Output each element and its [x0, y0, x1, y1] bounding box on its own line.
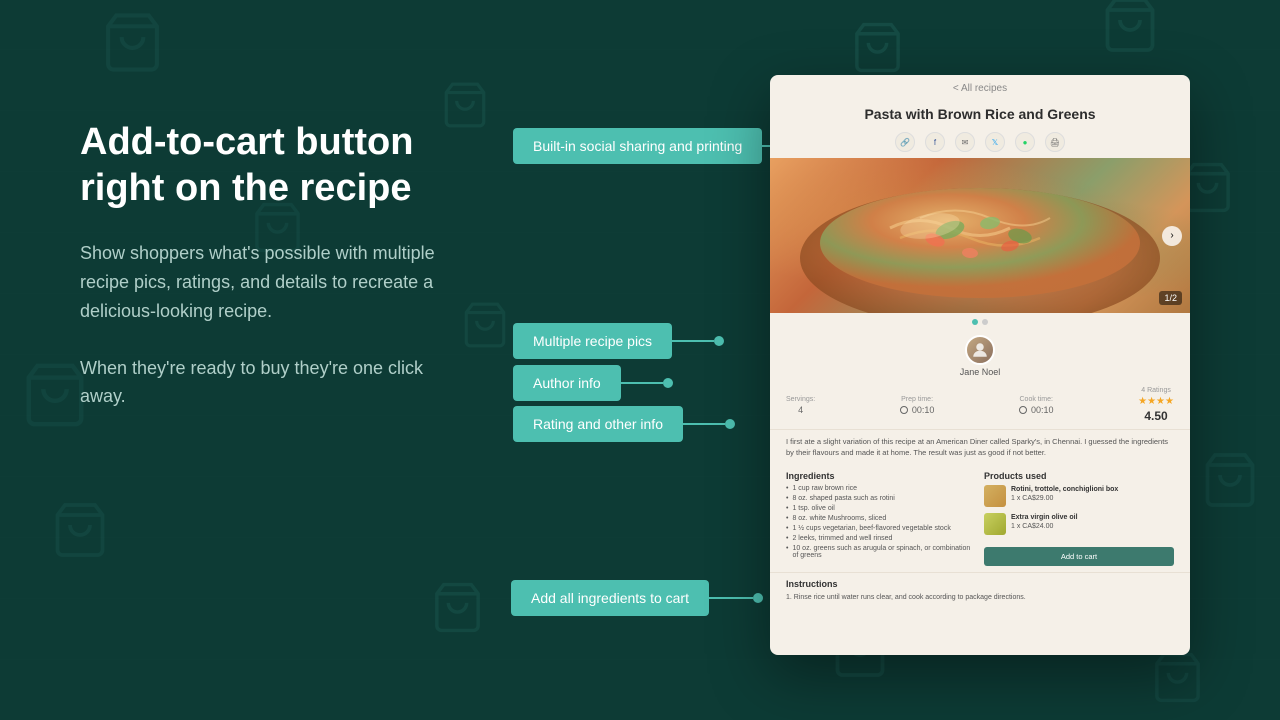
- ratings-count: 4 Ratings: [1141, 387, 1171, 394]
- image-next-arrow[interactable]: ›: [1162, 226, 1182, 246]
- back-nav-text: < All recipes: [953, 83, 1007, 94]
- annotation-dot-author: [663, 378, 673, 388]
- annotation-pill-pics: Multiple recipe pics: [513, 323, 672, 359]
- instructions-header: Instructions: [786, 579, 1174, 589]
- share-facebook-icon[interactable]: f: [925, 132, 945, 152]
- body-text-1: Show shoppers what's possible with multi…: [80, 239, 460, 325]
- add-to-cart-button[interactable]: Add to cart: [984, 547, 1174, 566]
- product-2-thumb: [984, 513, 1006, 535]
- recipe-card: < All recipes Pasta with Brown Rice and …: [770, 75, 1190, 655]
- ingredients-products-section: Ingredients 1 cup raw brown rice 8 oz. s…: [770, 465, 1190, 572]
- annotation-author: Author info: [513, 365, 673, 401]
- prep-value: 00:10: [900, 405, 935, 415]
- image-dot-1[interactable]: [972, 319, 978, 325]
- stars: ★★★★: [1138, 396, 1174, 407]
- product-2-qty: 1 x CA$24.00: [1011, 522, 1078, 532]
- annotation-line-author: [621, 382, 663, 384]
- ingredient-1: 1 cup raw brown rice: [786, 485, 976, 492]
- recipe-title: Pasta with Brown Rice and Greens: [770, 102, 1190, 126]
- ingredient-4: 8 oz. white Mushrooms, sliced: [786, 515, 976, 522]
- cook-value: 00:10: [1019, 405, 1054, 415]
- ingredient-5: 1 ½ cups vegetarian, beef-flavored veget…: [786, 525, 976, 532]
- annotation-rating: Rating and other info: [513, 406, 735, 442]
- share-bar: 🔗 f ✉ 𝕏 ● 🖨: [770, 126, 1190, 158]
- image-dots: [770, 313, 1190, 331]
- recipe-back-nav[interactable]: < All recipes: [770, 75, 1190, 102]
- rating-meta: 4 Ratings ★★★★ 4.50: [1138, 387, 1174, 423]
- annotation-line-pics: [672, 340, 714, 342]
- share-twitter-icon[interactable]: 𝕏: [985, 132, 1005, 152]
- product-1: Rotini, trottole, conchiglioni box 1 x C…: [984, 485, 1174, 507]
- ingredient-3: 1 tsp. olive oil: [786, 505, 976, 512]
- product-1-qty: 1 x CA$29.00: [1011, 494, 1118, 504]
- image-dot-2[interactable]: [982, 319, 988, 325]
- prep-meta: Prep time: 00:10: [900, 396, 935, 415]
- annotation-cart: Add all ingredients to cart: [511, 580, 763, 616]
- cook-label: Cook time:: [1020, 396, 1053, 403]
- product-1-name: Rotini, trottole, conchiglioni box: [1011, 485, 1118, 495]
- annotation-dot-pics: [714, 336, 724, 346]
- annotation-pill-author: Author info: [513, 365, 621, 401]
- recipe-meta: Servings: 4 Prep time: 00:10 Cook time: …: [770, 381, 1190, 429]
- instruction-1: 1. Rinse rice until water runs clear, an…: [786, 593, 1174, 604]
- main-heading: Add-to-cart button right on the recipe: [80, 120, 460, 211]
- share-whatsapp-icon[interactable]: ●: [1015, 132, 1035, 152]
- recipe-image: › 1/2: [770, 158, 1190, 313]
- products-header: Products used: [984, 471, 1174, 481]
- image-counter: 1/2: [1159, 291, 1182, 305]
- annotation-line-rating: [683, 423, 725, 425]
- ingredients-column: Ingredients 1 cup raw brown rice 8 oz. s…: [786, 471, 976, 566]
- prep-clock-icon: [900, 406, 908, 414]
- left-panel: Add-to-cart button right on the recipe S…: [80, 120, 460, 439]
- share-print-icon[interactable]: 🖨: [1045, 132, 1065, 152]
- product-2-name: Extra virgin olive oil: [1011, 513, 1078, 523]
- servings-label: Servings:: [786, 396, 815, 403]
- annotation-line-cart: [709, 597, 753, 599]
- author-avatar: [965, 335, 995, 365]
- cook-clock-icon: [1019, 406, 1027, 414]
- product-2: Extra virgin olive oil 1 x CA$24.00: [984, 513, 1174, 535]
- product-2-info: Extra virgin olive oil 1 x CA$24.00: [1011, 513, 1078, 533]
- annotation-multiple-pics: Multiple recipe pics: [513, 323, 724, 359]
- annotation-dot-rating: [725, 419, 735, 429]
- servings-meta: Servings: 4: [786, 396, 815, 415]
- share-link-icon[interactable]: 🔗: [895, 132, 915, 152]
- rating-value: 4.50: [1144, 409, 1167, 423]
- instructions-section: Instructions 1. Rinse rice until water r…: [770, 572, 1190, 610]
- ingredient-7: 10 oz. greens such as arugula or spinach…: [786, 545, 976, 559]
- recipe-description: I first ate a slight variation of this r…: [770, 429, 1190, 465]
- cook-meta: Cook time: 00:10: [1019, 396, 1054, 415]
- prep-label: Prep time:: [901, 396, 933, 403]
- product-1-info: Rotini, trottole, conchiglioni box 1 x C…: [1011, 485, 1118, 505]
- share-email-icon[interactable]: ✉: [955, 132, 975, 152]
- author-name: Jane Noel: [960, 367, 1001, 377]
- annotation-pill-rating: Rating and other info: [513, 406, 683, 442]
- body-text-2: When they're ready to buy they're one cl…: [80, 354, 460, 412]
- annotation-pill-cart: Add all ingredients to cart: [511, 580, 709, 616]
- servings-value: 4: [798, 405, 803, 415]
- ingredient-6: 2 leeks, trimmed and well rinsed: [786, 535, 976, 542]
- annotation-pill-social: Built-in social sharing and printing: [513, 128, 762, 164]
- author-section: Jane Noel: [770, 331, 1190, 381]
- ingredients-header: Ingredients: [786, 471, 976, 481]
- products-column: Products used Rotini, trottole, conchigl…: [984, 471, 1174, 566]
- ingredient-2: 8 oz. shaped pasta such as rotini: [786, 495, 976, 502]
- product-1-thumb: [984, 485, 1006, 507]
- annotation-dot-cart: [753, 593, 763, 603]
